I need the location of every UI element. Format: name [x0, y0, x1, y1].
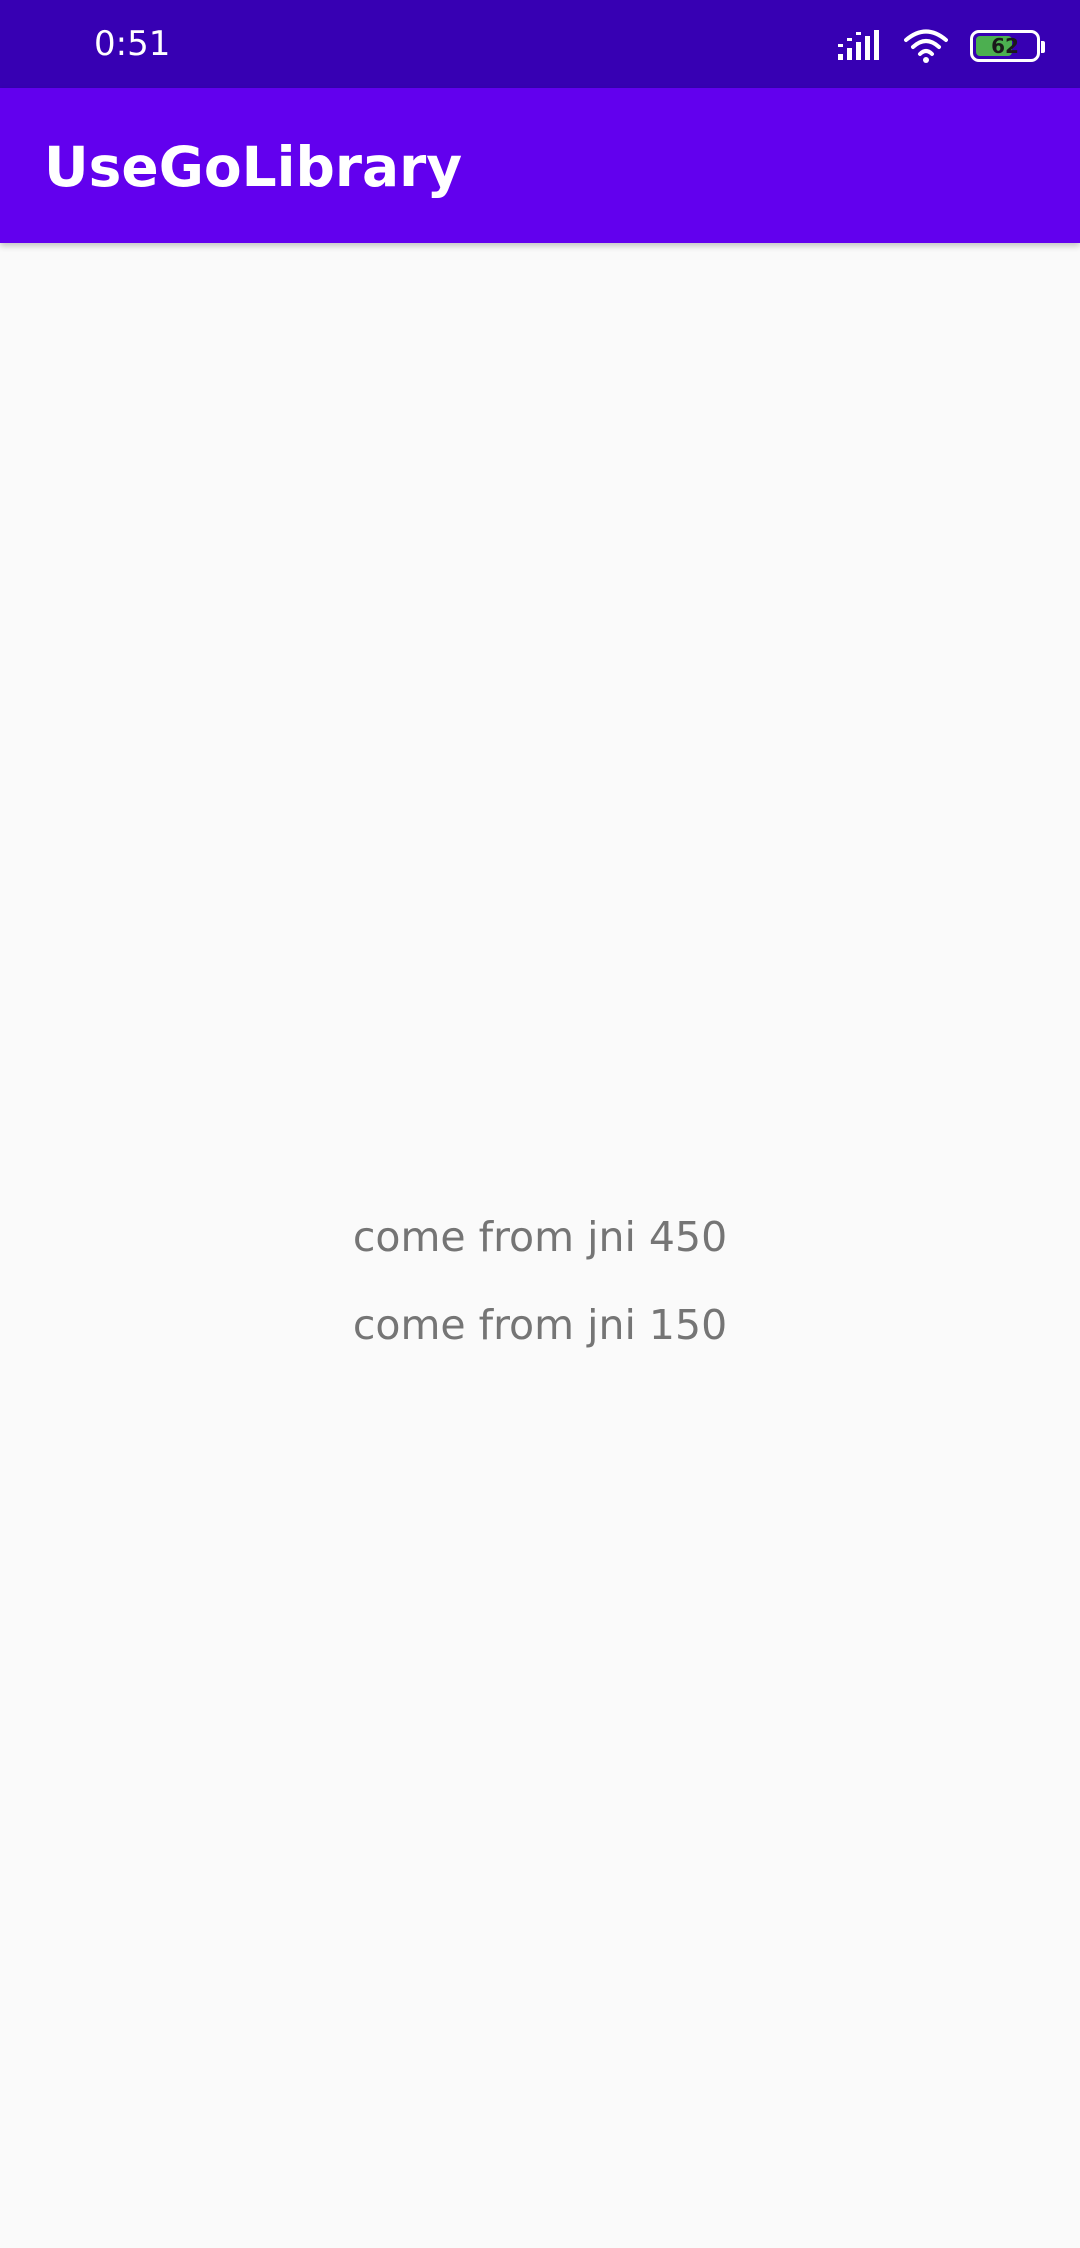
status-icons: 62	[838, 26, 1045, 66]
battery-level: 62	[991, 34, 1019, 58]
jni-result-line: come from jni 450	[352, 1213, 728, 1261]
signal-icon	[838, 30, 879, 60]
jni-result-line: come from jni 150	[352, 1301, 728, 1349]
content-lines: come from jni 450 come from jni 150	[0, 1213, 1080, 1389]
app-bar: UseGoLibrary	[0, 88, 1080, 243]
battery-icon: 62	[970, 30, 1045, 62]
main-content: come from jni 450 come from jni 150	[0, 243, 1080, 2248]
battery-nub	[1041, 41, 1045, 53]
app-title: UseGoLibrary	[44, 135, 463, 199]
status-time: 0:51	[94, 24, 171, 64]
wifi-icon	[904, 29, 948, 63]
app-screen: 0:51 62 UseGoLibrary come from jni 450 c…	[0, 0, 1080, 2248]
status-bar: 0:51 62	[0, 0, 1080, 88]
